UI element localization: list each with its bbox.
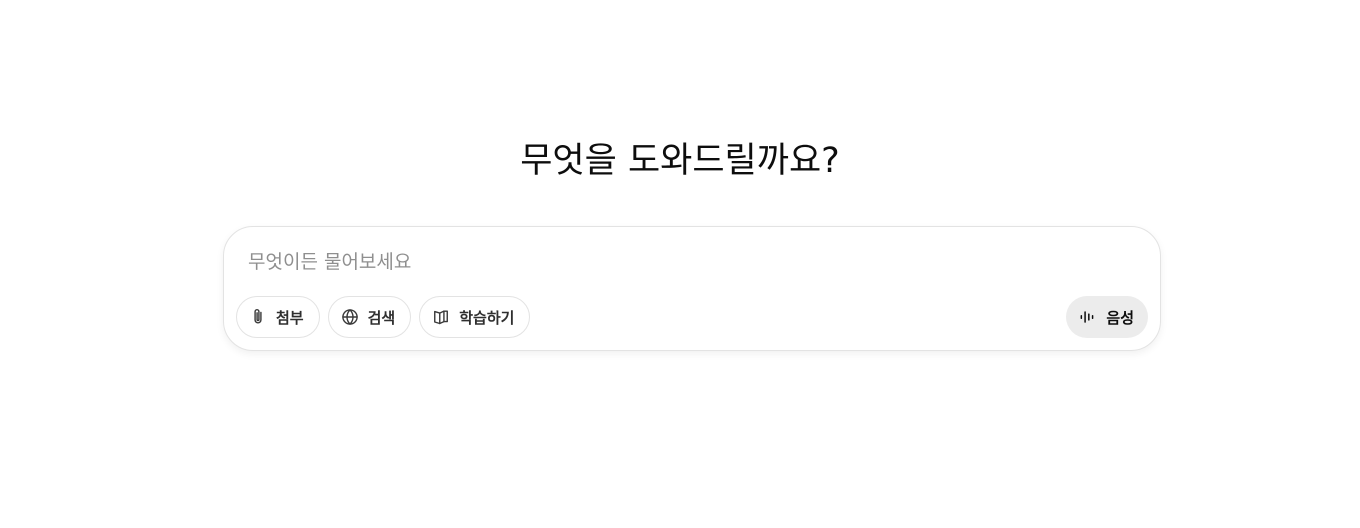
search-button-label: 검색 [367, 308, 396, 327]
attach-button-label: 첨부 [276, 308, 304, 327]
composer-toolbar: 첨부 검색 학습하기 [236, 296, 531, 338]
voice-waveform-icon [1078, 307, 1098, 327]
study-button-label: 학습하기 [459, 308, 515, 327]
voice-mode-label: 음성 [1106, 308, 1134, 327]
prompt-composer: 첨부 검색 [223, 226, 1161, 351]
page-title: 무엇을 도와드릴까요? [520, 141, 840, 181]
prompt-input[interactable] [248, 247, 1128, 277]
globe-icon [340, 307, 360, 327]
attach-button[interactable]: 첨부 [236, 296, 320, 338]
study-button[interactable]: 학습하기 [419, 296, 531, 338]
book-icon [431, 307, 451, 327]
page: 무엇을 도와드릴까요? 첨부 [0, 0, 1360, 528]
voice-mode-button[interactable]: 음성 [1066, 296, 1148, 338]
search-button[interactable]: 검색 [327, 296, 412, 338]
paperclip-icon [248, 307, 268, 327]
